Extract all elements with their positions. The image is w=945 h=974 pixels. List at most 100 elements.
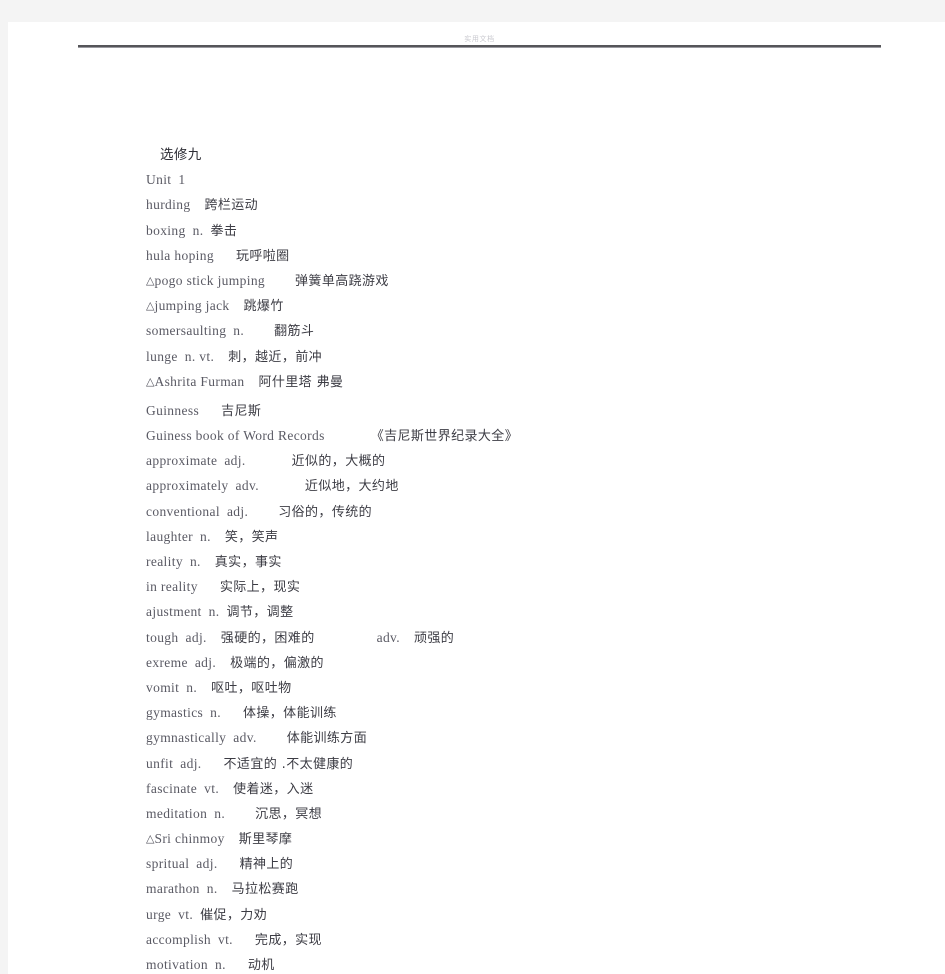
entry-part-of-speech: n. (208, 604, 220, 620)
vocabulary-entry-list: 选修九 Unit 1 hurding 跨栏运动 boxing n. 拳击 hula hoping… (146, 142, 906, 974)
entry-definition: 拳击 (210, 223, 238, 239)
entry-definition: 动机 (247, 958, 275, 973)
entry-definition: 极端的，偏激的 (230, 655, 324, 671)
vocabulary-entry: exreme adj. 极端的，偏激的 (146, 650, 906, 675)
running-header: 实用文档 (78, 30, 881, 44)
entry-headword: pogo stick jumping (154, 272, 266, 288)
vocabulary-entry: △Ashrita Furman 阿什里塔 弗曼 (146, 369, 906, 394)
vocabulary-entry: hula hoping 玩呼啦圈 (146, 243, 906, 268)
vocabulary-entry: approximate adj. 近似的，大概的 (146, 448, 906, 473)
entry-definition: 体操，体能训练 (242, 706, 337, 722)
vocabulary-entry: gymastics n. 体操，体能训练 (146, 700, 906, 725)
entry-definition: 玩呼啦圈 (235, 248, 290, 264)
entry-definition: 翻筋斗 (274, 324, 315, 340)
entry-definition: 弹簧单高跷游戏 (295, 273, 389, 289)
entry-headword: meditation (146, 805, 208, 821)
document-title-line: 选修九 (146, 142, 906, 167)
vocabulary-entry: △jumping jack 跳爆竹 (146, 293, 906, 318)
entry-headword: unfit (146, 755, 174, 771)
entry-headword: laughter (146, 528, 194, 544)
entry-definition: 选修九 (160, 147, 202, 163)
entry-definition: 精神上的 (239, 857, 294, 873)
entry-part-of-speech: 1 (178, 172, 186, 188)
entry-part-of-speech: adj. (185, 629, 207, 645)
entry-definition: 吉尼斯 (221, 403, 262, 419)
entry-headword: urge (146, 906, 172, 922)
entry-headword: gymastics (146, 705, 204, 721)
entry-definition: 催促，力劝 (200, 907, 268, 923)
vocabulary-entry: gymnastically adv. 体能训练方面 (146, 725, 906, 750)
running-header-text: 实用文档 (464, 35, 495, 43)
entry-headword: jumping jack (154, 298, 230, 314)
entry-headword: fascinate (146, 780, 198, 796)
entry-headword: conventional (146, 503, 220, 519)
entry-part-of-speech: adj. (226, 503, 249, 519)
vocabulary-entry: in reality 实际上，现实 (146, 574, 906, 599)
entry-headword: somersaulting (146, 323, 227, 339)
vocabulary-entry: spritual adj. 精神上的 (146, 851, 906, 876)
vocabulary-entry: approximately adv. 近似地，大约地 (146, 473, 906, 498)
vocabulary-entry: conventional adj. 习俗的，传统的 (146, 499, 906, 524)
vocabulary-entry: laughter n. 笑，笑声 (146, 524, 906, 549)
entry-headword: marathon (146, 881, 200, 897)
entry-part-of-speech: n. (210, 705, 221, 721)
entry-part-of-speech: vt. (204, 780, 220, 796)
entry-secondary-definition: 顽强的 (414, 630, 455, 646)
entry-headword: reality (146, 554, 183, 569)
entry-headword: vomit (146, 679, 180, 695)
entry-headword: ajustment (146, 604, 202, 620)
vocabulary-entry: marathon n. 马拉松赛跑 (146, 876, 906, 901)
entry-headword: spritual (146, 856, 190, 872)
entry-headword: Unit (146, 172, 172, 188)
entry-definition: 真实，事实 (214, 555, 282, 570)
entry-definition: 刺，越近，前冲 (228, 349, 323, 365)
entry-definition: 体能训练方面 (286, 731, 368, 747)
vocabulary-entry: tough adj. 强硬的，困难的 adv. 顽强的 (146, 625, 906, 650)
entry-definition: 沉思，冥想 (255, 806, 323, 822)
entry-part-of-speech: adj. (224, 453, 246, 469)
vocabulary-entry: hurding 跨栏运动 (146, 192, 906, 217)
entry-headword: Ashrita Furman (154, 373, 245, 389)
entry-definition: 斯里琴摩 (238, 832, 293, 848)
entry-headword: accomplish (146, 931, 211, 947)
vocabulary-entry: fascinate vt. 使着迷，入迷 (146, 776, 906, 801)
vocabulary-entry: ajustment n. 调节，调整 (146, 599, 906, 624)
document-viewport: 实用文档 选修九 Unit 1 hurding 跨栏运动 boxing n. 拳击 hula h… (0, 0, 945, 974)
entry-headword: lunge (146, 348, 178, 364)
vocabulary-entry: urge vt. 催促，力劝 (146, 902, 906, 927)
vocabulary-entry: vomit n. 呕吐，呕吐物 (146, 675, 906, 700)
vocabulary-entry: △Sri chinmoy 斯里琴摩 (146, 826, 906, 851)
entry-definition: 近似地，大约地 (304, 479, 399, 495)
entry-definition: 习俗的，传统的 (278, 504, 373, 520)
entry-headword: Guinness (146, 402, 200, 418)
entry-part-of-speech: n. (206, 881, 218, 897)
vocabulary-entry: somersaulting n. 翻筋斗 (146, 318, 906, 343)
entry-part-of-speech: n. (186, 679, 198, 695)
entry-definition: 马拉松赛跑 (231, 882, 299, 898)
entry-definition: 《吉尼斯世界纪录大全》 (370, 429, 519, 445)
entry-headword: motivation (146, 957, 208, 972)
entry-headword: Sri chinmoy (154, 831, 225, 847)
entry-headword: hula hoping (146, 247, 214, 263)
vocabulary-entry: unfit adj. 不适宜的 .不太健康的 (146, 751, 906, 776)
vocabulary-entry: reality n. 真实，事实 (146, 549, 906, 574)
vocabulary-entry: accomplish vt. 完成，实现 (146, 927, 906, 952)
entry-definition: 阿什里塔 弗曼 (258, 374, 344, 390)
entry-definition: 调节，调整 (226, 605, 294, 621)
entry-part-of-speech: n. (189, 554, 201, 569)
entry-definition: 笑，笑声 (224, 529, 279, 545)
vocabulary-entry: △pogo stick jumping 弹簧单高跷游戏 (146, 268, 906, 293)
entry-part-of-speech: adv. (235, 478, 259, 494)
entry-part-of-speech: n. vt. (184, 348, 215, 364)
vocabulary-entry: meditation n. 沉思，冥想 (146, 801, 906, 826)
entry-part-of-speech: vt. (217, 931, 233, 947)
entry-headword: approximately (146, 478, 229, 494)
entry-part-of-speech: adj. (196, 856, 218, 872)
entry-headword: exreme (146, 654, 188, 670)
entry-part-of-speech: adj. (180, 755, 202, 771)
vocabulary-entry: motivation n. 动机 (146, 952, 906, 974)
entry-part-of-speech: n. (200, 528, 211, 544)
entry-part-of-speech: n. (215, 957, 226, 972)
vocabulary-entry: Guinness 吉尼斯 (146, 398, 906, 423)
document-page: 实用文档 选修九 Unit 1 hurding 跨栏运动 boxing n. 拳击 hula h… (8, 22, 945, 974)
